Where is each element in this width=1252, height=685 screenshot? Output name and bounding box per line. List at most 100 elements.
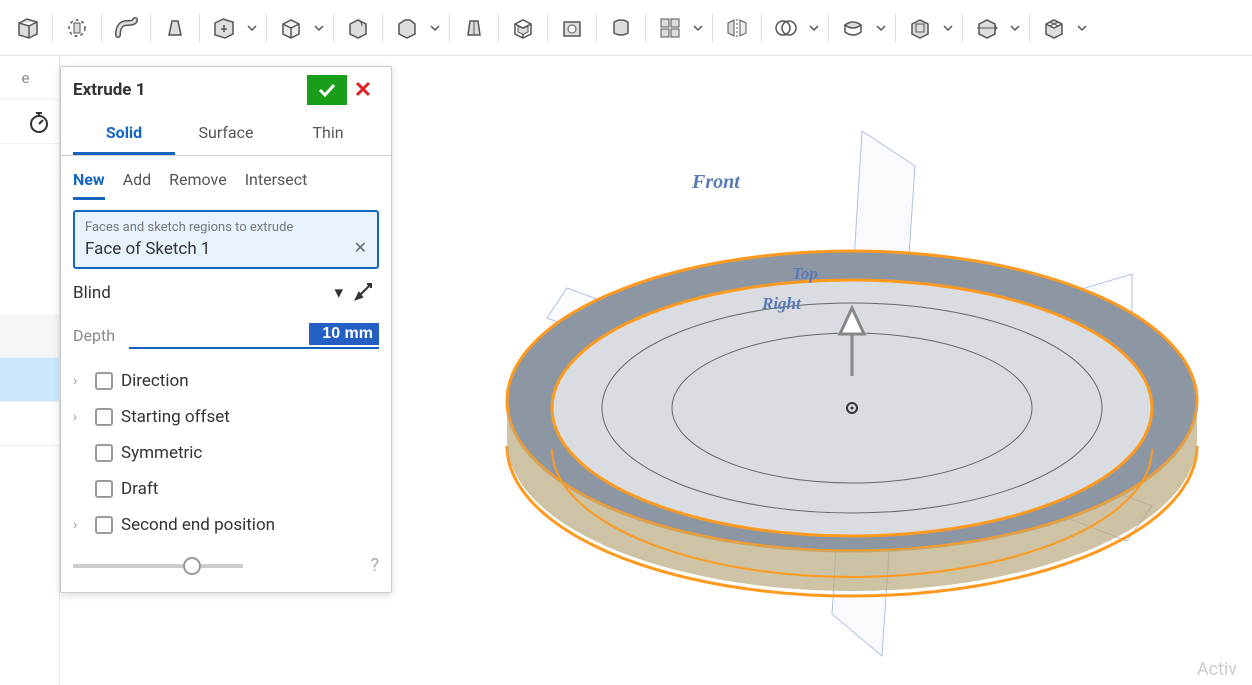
symmetric-checkbox[interactable] — [95, 444, 113, 462]
tree-item-2-selected[interactable] — [0, 358, 59, 402]
3d-viewport[interactable]: Front Top Right — [392, 56, 1252, 685]
transform-caret-icon[interactable] — [1007, 23, 1023, 33]
pattern-tool-icon[interactable] — [652, 10, 688, 46]
flip-direction-button[interactable] — [351, 279, 379, 307]
expand-second-end-icon[interactable]: › — [73, 517, 87, 533]
toolbar-separator — [962, 14, 963, 42]
toolbar-separator — [712, 14, 713, 42]
toolbar-separator — [382, 14, 383, 42]
model-view — [392, 56, 1252, 685]
second-end-label: Second end position — [121, 515, 275, 535]
selection-value: Face of Sketch 1 — [85, 239, 367, 259]
delete-face-caret-icon[interactable] — [1074, 23, 1090, 33]
toolbar-separator — [547, 14, 548, 42]
toolbar-separator — [761, 14, 762, 42]
fillet-tool-icon[interactable] — [340, 10, 376, 46]
plane-tool-icon[interactable] — [902, 10, 938, 46]
rib-tool-icon[interactable] — [603, 10, 639, 46]
stopwatch-icon — [27, 110, 51, 134]
boolean-caret-icon[interactable] — [806, 23, 822, 33]
tab-thin[interactable]: Thin — [277, 113, 379, 155]
expand-direction-icon[interactable]: › — [73, 373, 87, 389]
tab-surface[interactable]: Surface — [175, 113, 277, 155]
box-tool-icon[interactable] — [273, 10, 309, 46]
starting-offset-label: Starting offset — [121, 407, 230, 427]
type-tabs: Solid Surface Thin — [61, 113, 391, 156]
top-plane-label: Top — [792, 264, 818, 284]
thicken-caret-icon[interactable] — [244, 23, 260, 33]
watermark-text: Activ — [1197, 659, 1237, 680]
sweep-tool-icon[interactable] — [108, 10, 144, 46]
symmetric-label: Symmetric — [121, 443, 202, 463]
second-end-checkbox[interactable] — [95, 516, 113, 534]
subtab-intersect[interactable]: Intersect — [245, 166, 308, 200]
feature-tree-strip: e — [0, 56, 60, 685]
pattern-caret-icon[interactable] — [690, 23, 706, 33]
subtab-remove[interactable]: Remove — [169, 166, 227, 200]
boolean-tool-icon[interactable] — [768, 10, 804, 46]
end-type-dropdown[interactable]: Blind ▾ — [73, 279, 343, 307]
dropdown-caret-icon: ▾ — [334, 283, 343, 303]
cancel-button[interactable]: ✕ — [347, 75, 379, 105]
revolve-tool-icon[interactable] — [59, 10, 95, 46]
toolbar-separator — [101, 14, 102, 42]
faces-selection[interactable]: Faces and sketch regions to extrude Face… — [73, 210, 379, 269]
direction-checkbox[interactable] — [95, 372, 113, 390]
operation-tabs: New Add Remove Intersect — [61, 156, 391, 200]
starting-offset-checkbox[interactable] — [95, 408, 113, 426]
toolbar-separator — [333, 14, 334, 42]
box-caret-icon[interactable] — [311, 23, 327, 33]
end-type-value: Blind — [73, 283, 111, 303]
extrude-dialog: Extrude 1 ✕ Solid Surface Thin New Add R… — [60, 66, 392, 593]
subtab-add[interactable]: Add — [123, 166, 151, 200]
expand-offset-icon[interactable]: › — [73, 409, 87, 425]
extrude-tool-icon[interactable] — [10, 10, 46, 46]
chamfer-caret-icon[interactable] — [427, 23, 443, 33]
clear-selection-icon[interactable]: ✕ — [354, 238, 367, 257]
toolbar-separator — [498, 14, 499, 42]
dialog-title: Extrude 1 — [73, 80, 307, 100]
help-icon[interactable]: ? — [370, 555, 379, 576]
toolbar-separator — [1029, 14, 1030, 42]
direction-label: Direction — [121, 371, 189, 391]
toolbar-separator — [828, 14, 829, 42]
depth-label: Depth — [73, 326, 129, 345]
tab-solid[interactable]: Solid — [73, 113, 175, 155]
delete-face-tool-icon[interactable] — [1036, 10, 1072, 46]
main-toolbar — [0, 0, 1252, 56]
toolbar-separator — [895, 14, 896, 42]
close-icon: ✕ — [354, 78, 372, 103]
toolbar-separator — [596, 14, 597, 42]
draft-checkbox[interactable] — [95, 480, 113, 498]
draft-tool-icon[interactable] — [456, 10, 492, 46]
opacity-slider[interactable] — [73, 564, 243, 568]
right-plane-label: Right — [762, 294, 801, 314]
draft-label: Draft — [121, 479, 158, 499]
surface-tool-icon[interactable] — [835, 10, 871, 46]
toolbar-separator — [645, 14, 646, 42]
chamfer-tool-icon[interactable] — [389, 10, 425, 46]
surface-caret-icon[interactable] — [873, 23, 889, 33]
left-item-text[interactable]: e — [0, 56, 59, 100]
mirror-tool-icon[interactable] — [719, 10, 755, 46]
transform-tool-icon[interactable] — [969, 10, 1005, 46]
thicken-tool-icon[interactable] — [206, 10, 242, 46]
shell-tool-icon[interactable] — [505, 10, 541, 46]
tree-item-1[interactable] — [0, 314, 59, 358]
depth-input[interactable] — [309, 323, 379, 345]
slider-thumb[interactable] — [183, 557, 201, 575]
toolbar-separator — [449, 14, 450, 42]
plane-caret-icon[interactable] — [940, 23, 956, 33]
hole-tool-icon[interactable] — [554, 10, 590, 46]
toolbar-separator — [199, 14, 200, 42]
check-icon — [316, 79, 338, 101]
left-item-timer[interactable] — [0, 100, 59, 144]
confirm-button[interactable] — [307, 75, 347, 105]
toolbar-separator — [150, 14, 151, 42]
tree-item-3[interactable] — [0, 402, 59, 446]
toolbar-separator — [52, 14, 53, 42]
toolbar-separator — [266, 14, 267, 42]
loft-tool-icon[interactable] — [157, 10, 193, 46]
subtab-new[interactable]: New — [73, 166, 105, 200]
depth-field[interactable] — [129, 321, 379, 349]
